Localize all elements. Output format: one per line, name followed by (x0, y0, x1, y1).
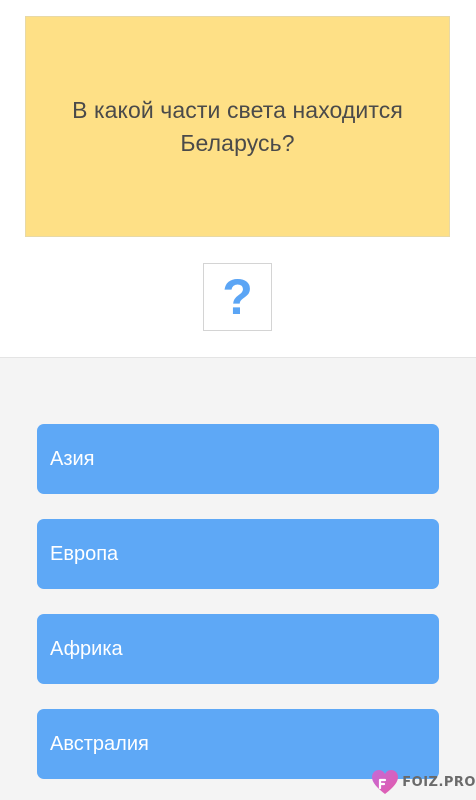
answer-label: Азия (50, 447, 95, 470)
question-card: В какой части света находится Беларусь? (25, 16, 450, 237)
answer-label: Африка (50, 637, 123, 660)
heart-logo-icon (372, 770, 399, 794)
watermark-text: FOIZ.PRO (402, 774, 476, 790)
answers-area: Азия Европа Африка Австралия (0, 357, 476, 800)
answer-button-3[interactable]: Африка (37, 614, 439, 684)
watermark-logo: FOIZ.PRO (370, 768, 476, 796)
question-text: В какой части света находится Беларусь? (72, 96, 403, 156)
question-mark-icon: ? (222, 269, 253, 325)
answer-label: Европа (50, 542, 119, 565)
answer-button-2[interactable]: Европа (37, 519, 439, 589)
answer-label: Австралия (50, 732, 149, 755)
answer-button-1[interactable]: Азия (37, 424, 439, 494)
question-area: В какой части света находится Беларусь? … (0, 0, 476, 357)
hint-button[interactable]: ? (203, 263, 272, 331)
